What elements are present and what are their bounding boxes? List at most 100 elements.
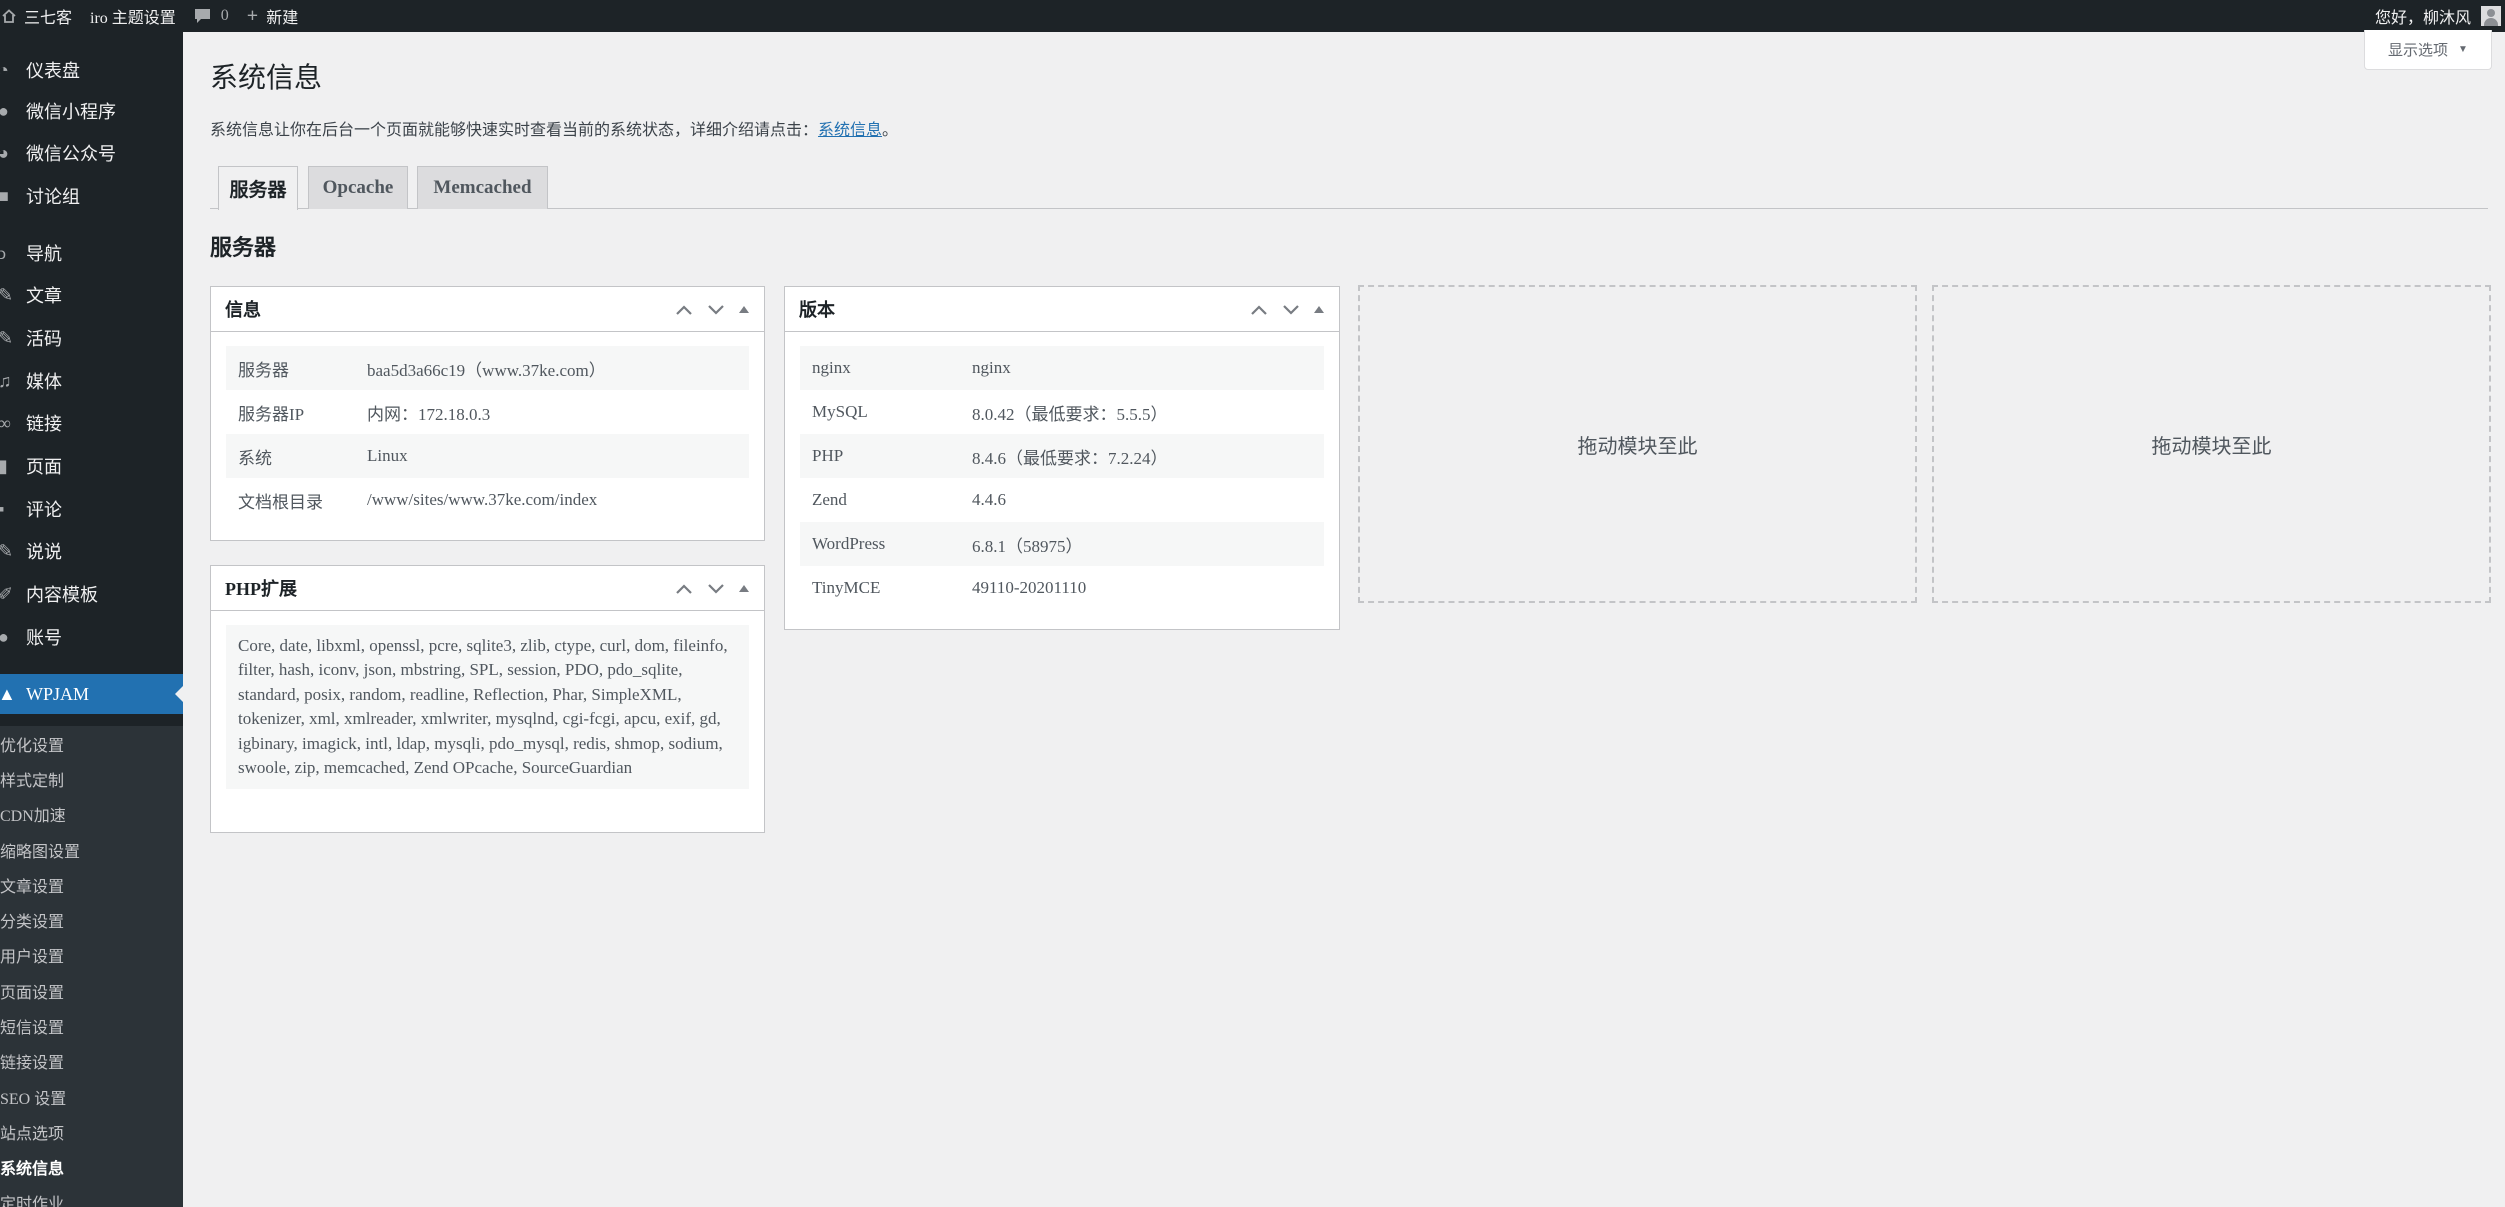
submenu-item[interactable]: 链接设置 xyxy=(0,1046,64,1076)
submenu-item[interactable]: 页面设置 xyxy=(0,976,64,1006)
submenu-item[interactable]: 用户设置 xyxy=(0,940,64,970)
submenu-item[interactable]: 优化设置 xyxy=(0,729,64,759)
move-down-icon[interactable] xyxy=(1275,287,1307,332)
plus-icon: + xyxy=(246,4,259,27)
site-name-link[interactable]: 三七客 xyxy=(0,0,81,32)
postbox-header: 版本 xyxy=(785,287,1339,332)
postbox-header: PHP扩展 xyxy=(211,566,764,611)
version-postbox: 版本 nginx nginx MySQL 8.0.42（最低要求：5.5.5） PH… xyxy=(784,286,1340,630)
submenu-item[interactable]: 样式定制 xyxy=(0,764,64,794)
wechat-icon: ◕ xyxy=(0,142,9,163)
submenu-item[interactable]: 文章设置 xyxy=(0,870,64,900)
tab-server[interactable]: 服务器 xyxy=(218,166,298,210)
move-down-icon[interactable] xyxy=(700,566,732,611)
table-row: 服务器 baa5d3a66c19（www.37ke.com） xyxy=(226,346,749,390)
tab-opcache[interactable]: Opcache xyxy=(308,166,408,209)
table-row: WordPress 6.8.1（58975） xyxy=(800,522,1324,566)
menu-item-discussion[interactable]: ■ 讨论组 xyxy=(0,176,183,216)
toggle-panel-icon[interactable] xyxy=(732,566,756,611)
weapp-icon: ● xyxy=(0,100,9,121)
info-table: 服务器 baa5d3a66c19（www.37ke.com） 服务器IP 内网：17… xyxy=(211,332,764,534)
link-icon: ∞ xyxy=(0,412,11,433)
menu-item-templates[interactable]: ✐ 内容模板 xyxy=(0,574,183,614)
edit-icon: ✐ xyxy=(0,583,14,604)
table-row: TinyMCE 49110-20201110 xyxy=(812,578,1087,597)
table-row: 服务器IP 内网：172.18.0.3 xyxy=(238,404,491,424)
admin-menu: ◔ 仪表盘 ● 微信小程序 ◕ 微信公众号 ■ 讨论组 ↄ 导航 ✎ 文章 ✎ 活码 ♫ 媒体 … xyxy=(0,32,183,1207)
table-row: MySQL 8.0.42（最低要求：5.5.5） xyxy=(812,402,1168,424)
new-content-link[interactable]: + 新建 xyxy=(238,0,307,32)
version-table: nginx nginx MySQL 8.0.42（最低要求：5.5.5） PHP 8.… xyxy=(785,332,1339,622)
submenu-item[interactable]: 定时作业 xyxy=(0,1187,64,1207)
submenu-item[interactable]: CDN加速 xyxy=(0,799,66,829)
submenu-item[interactable]: 短信设置 xyxy=(0,1011,64,1041)
move-up-icon[interactable] xyxy=(1243,287,1275,332)
menu-item-comments[interactable]: ▪ 评论 xyxy=(0,489,183,529)
section-title: 服务器 xyxy=(210,235,277,260)
table-row: 系统 Linux xyxy=(226,434,749,478)
submenu-item[interactable]: 站点选项 xyxy=(0,1117,64,1147)
page-intro: 系统信息让你在后台一个页面就能够快速实时查看当前的系统状态，详细介绍请点击：系统… xyxy=(210,122,899,139)
menu-item-dashboard[interactable]: ◔ 仪表盘 xyxy=(0,50,183,90)
comments-count: 0 xyxy=(220,7,229,24)
toggle-panel-icon[interactable] xyxy=(732,287,756,332)
media-icon: ♫ xyxy=(0,370,12,391)
submenu-item[interactable]: SEO 设置 xyxy=(0,1082,66,1112)
move-down-icon[interactable] xyxy=(700,287,732,332)
menu-item-shuoshuo[interactable]: ✎ 说说 xyxy=(0,531,183,571)
table-row: Zend 4.4.6 xyxy=(812,490,1006,509)
postbox-title: PHP扩展 xyxy=(225,579,297,599)
menu-item-wechat[interactable]: ◕ 微信公众号 xyxy=(0,133,183,173)
submenu-item[interactable]: 分类设置 xyxy=(0,905,64,935)
php-extensions-body: Core, date, libxml, openssl, pcre, sqlit… xyxy=(211,611,764,801)
menu-item-livecode[interactable]: ✎ 活码 xyxy=(0,318,183,358)
menu-item-pages[interactable]: ▮ 页面 xyxy=(0,446,183,486)
drop-zone[interactable]: 拖动模块至此 xyxy=(1932,285,2491,603)
menu-item-users[interactable]: ● 账号 xyxy=(0,617,183,657)
system-info-link[interactable]: 系统信息 xyxy=(818,122,882,139)
page-icon: ▮ xyxy=(0,455,8,476)
tab-memcached[interactable]: Memcached xyxy=(417,166,548,209)
info-postbox: 信息 服务器 baa5d3a66c19（www.37ke.com） 服务器IP 内网… xyxy=(210,286,765,541)
admin-bar: 三七客 iro 主题设置 0 + 新建 您好，柳沐风 xyxy=(0,0,2505,32)
my-account[interactable]: 您好，柳沐风 xyxy=(2375,4,2505,28)
menu-item-weapp[interactable]: ● 微信小程序 xyxy=(0,91,183,131)
page-title: 系统信息 xyxy=(210,63,323,94)
theme-settings-link[interactable]: iro 主题设置 xyxy=(81,0,185,32)
php-extensions-postbox: PHP扩展 Core, date, libxml, openssl, pcre,… xyxy=(210,565,765,833)
table-row: PHP 8.4.6（最低要求：7.2.24） xyxy=(800,434,1324,478)
pin-icon: ✎ xyxy=(0,284,14,305)
menu-item-links[interactable]: ∞ 链接 xyxy=(0,403,183,443)
home-icon xyxy=(2,9,16,23)
pin-icon: ✎ xyxy=(0,540,14,561)
rocket-icon: ▲ xyxy=(0,683,16,704)
table-row: 文档根目录/www/sites/www.37ke.com/index xyxy=(238,490,598,512)
site-name: 三七客 xyxy=(24,10,73,27)
screen-options-button[interactable]: 显示选项 ▼ xyxy=(2364,30,2492,70)
caret-down-icon: ▼ xyxy=(2458,44,2468,55)
menu-item-media[interactable]: ♫ 媒体 xyxy=(0,361,183,401)
menu-item-navigation[interactable]: ↄ 导航 xyxy=(0,233,183,273)
php-extensions-list: Core, date, libxml, openssl, pcre, sqlit… xyxy=(226,625,749,790)
dashboard-icon: ◔ xyxy=(0,59,9,80)
pin-icon: ✎ xyxy=(0,327,14,348)
move-up-icon[interactable] xyxy=(668,287,700,332)
wpjam-submenu: 优化设置 样式定制 CDN加速 缩略图设置 文章设置 分类设置 用户设置 页面设… xyxy=(0,726,183,1207)
submenu-item-current[interactable]: 系统信息 xyxy=(0,1152,64,1182)
postbox-title: 版本 xyxy=(799,300,835,320)
comment-icon xyxy=(194,9,210,23)
new-label: 新建 xyxy=(266,10,299,27)
submenu-item[interactable]: 缩略图设置 xyxy=(0,835,80,865)
greeting: 您好，柳沐风 xyxy=(2374,10,2471,27)
avatar xyxy=(2481,6,2501,26)
table-row: nginx nginx xyxy=(800,346,1324,390)
menu-item-wpjam[interactable]: ▲ WPJAM xyxy=(0,674,183,714)
drop-zone[interactable]: 拖动模块至此 xyxy=(1358,285,1917,603)
nav-tabs: 服务器 Opcache Memcached xyxy=(210,166,2488,210)
postbox-header: 信息 xyxy=(211,287,764,332)
postbox-title: 信息 xyxy=(225,300,261,320)
move-up-icon[interactable] xyxy=(668,566,700,611)
comments-link[interactable]: 0 xyxy=(185,0,238,32)
toggle-panel-icon[interactable] xyxy=(1307,287,1331,332)
menu-item-posts[interactable]: ✎ 文章 xyxy=(0,275,183,315)
